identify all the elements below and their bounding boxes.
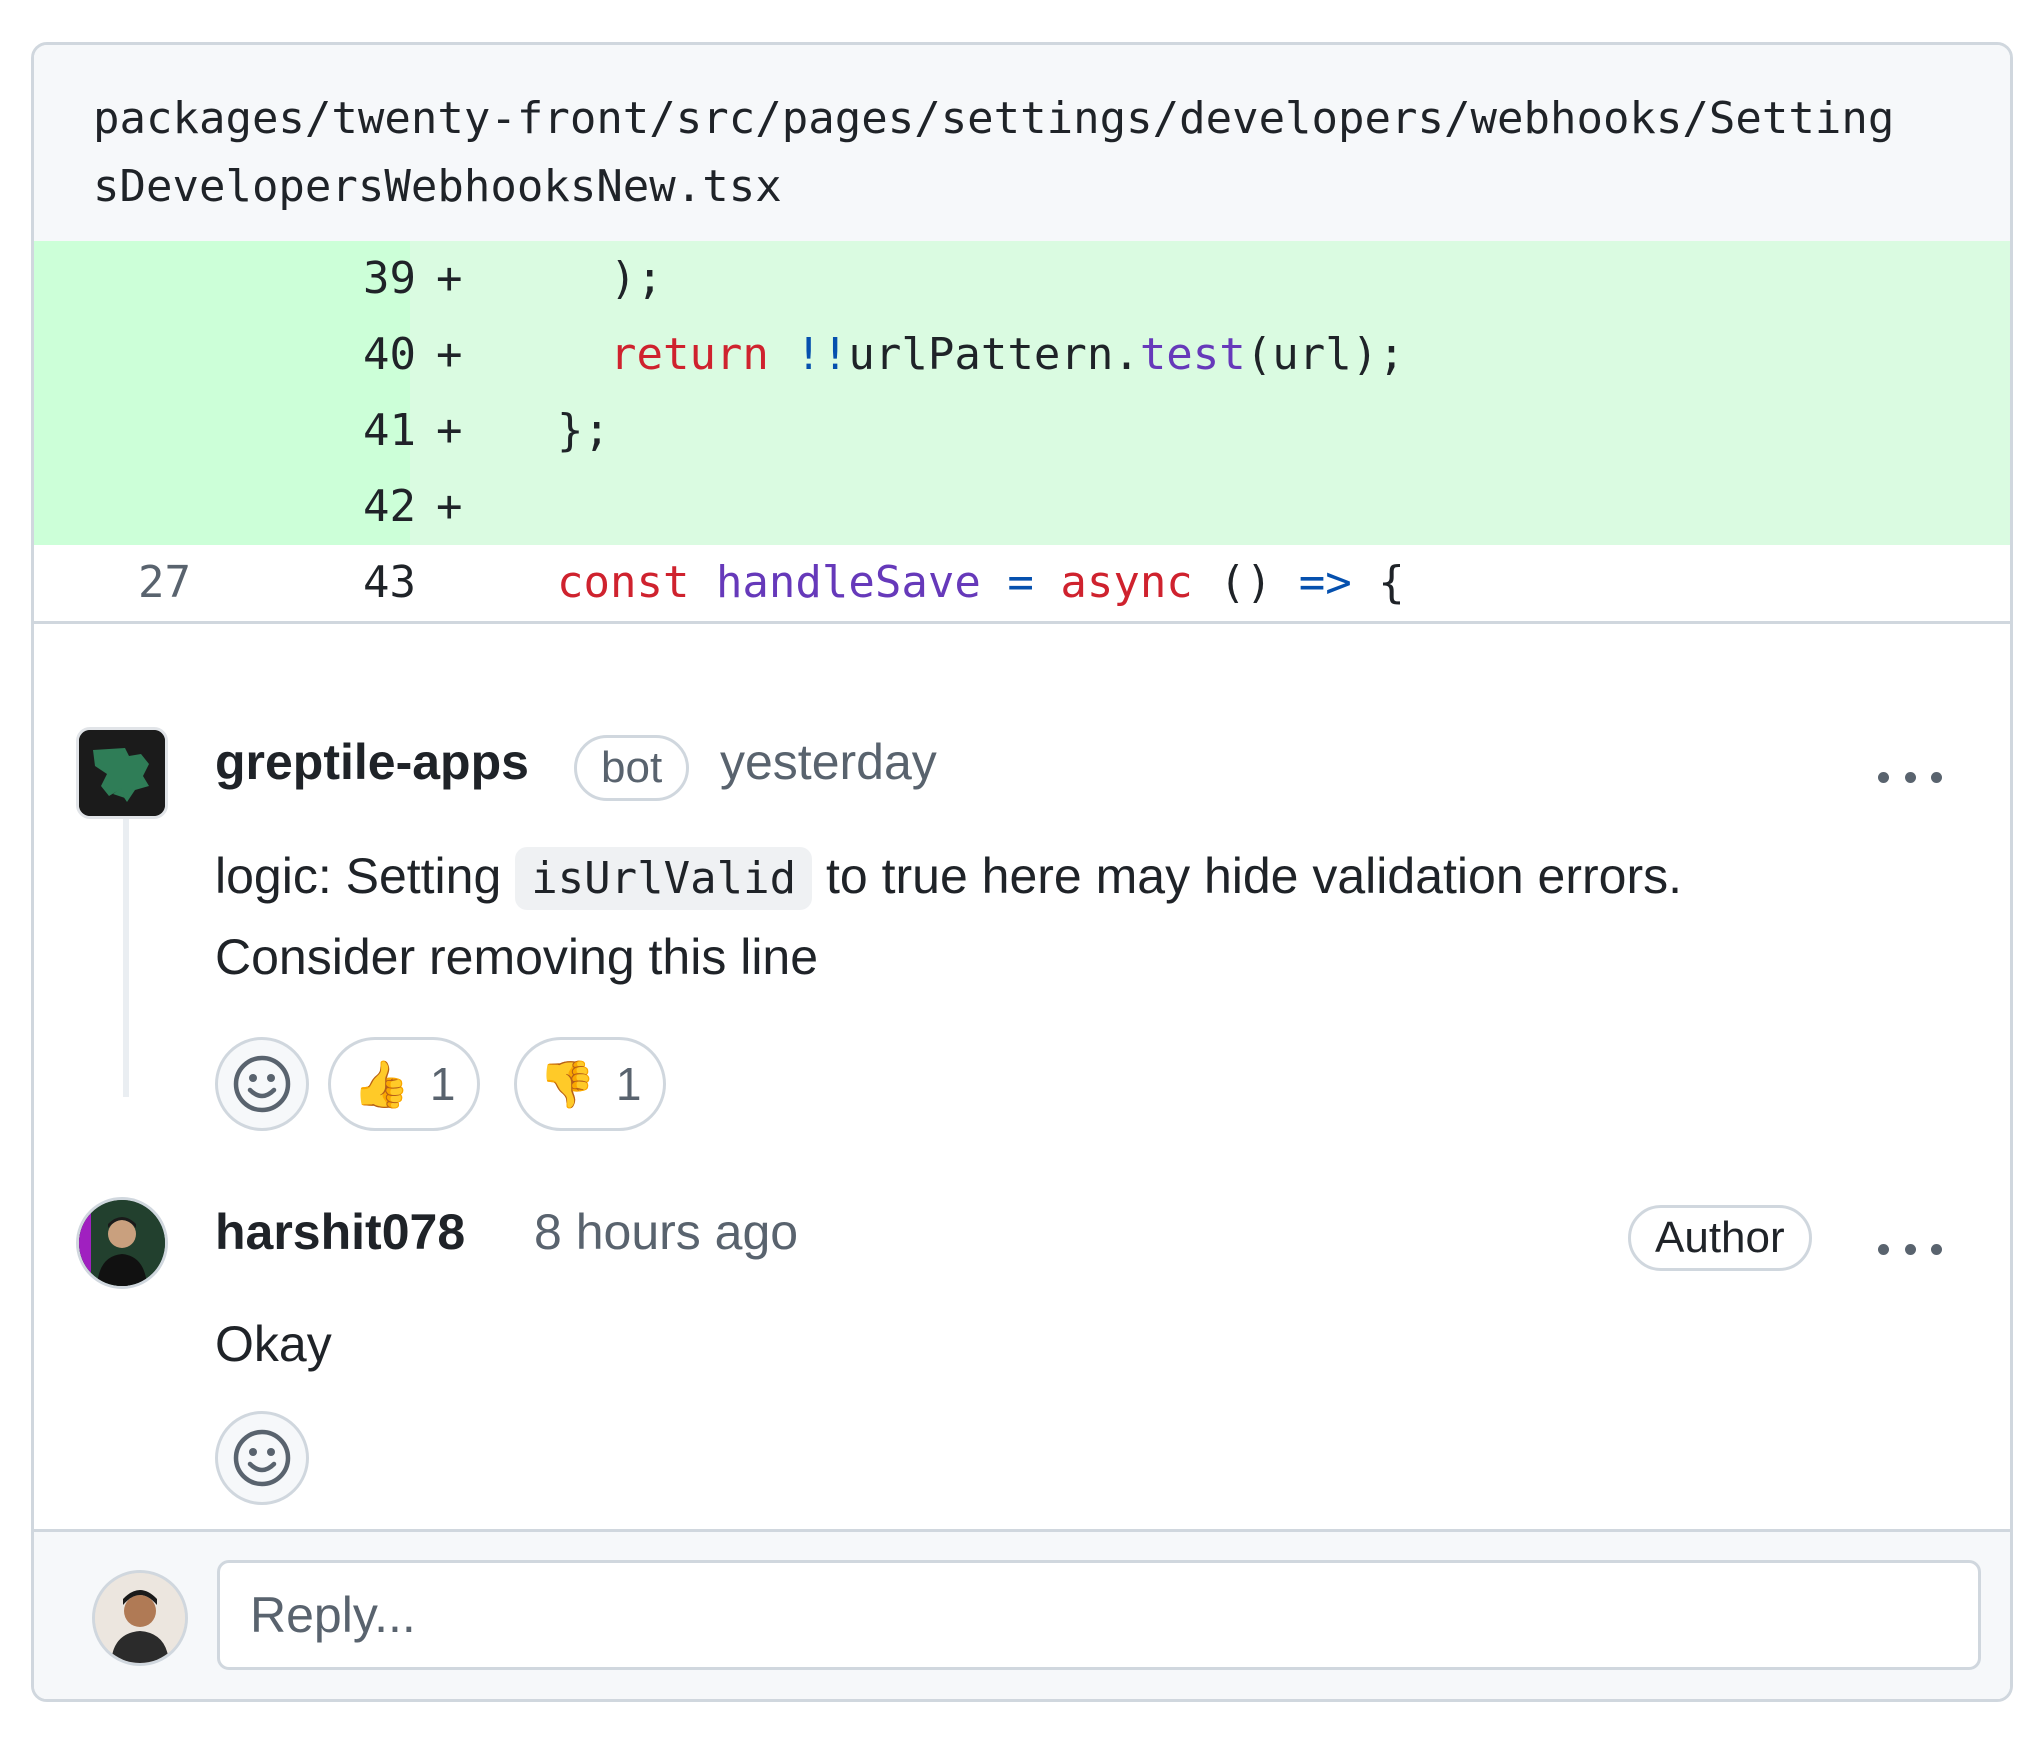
- code-token: (): [1219, 557, 1273, 608]
- bot-avatar[interactable]: [76, 727, 168, 819]
- comment-author[interactable]: harshit078: [215, 1203, 465, 1261]
- kebab-horizontal-icon[interactable]: [1878, 1239, 1942, 1259]
- kebab-horizontal-icon[interactable]: [1878, 767, 1942, 787]
- code-function: test: [1139, 329, 1246, 380]
- diff-line-added: 42 +: [34, 469, 2010, 545]
- code-line: const handleSave = async () => {: [504, 545, 1405, 621]
- code-token: urlPattern.: [848, 329, 1140, 380]
- code-line: };: [504, 393, 610, 469]
- code-keyword: const: [556, 557, 690, 608]
- user-avatar-icon: [79, 1200, 165, 1286]
- comment-text: Consider removing this line: [215, 929, 819, 985]
- new-line-number[interactable]: 39: [191, 241, 416, 317]
- diff-line-added: 40 + return !!urlPattern.test(url);: [34, 317, 2010, 393]
- smiley-icon: [233, 1429, 291, 1487]
- line-background: [410, 393, 2010, 469]
- diff-marker: +: [436, 481, 463, 532]
- author-badge: Author: [1628, 1205, 1812, 1271]
- code-function: handleSave: [715, 557, 981, 608]
- diff-marker: +: [436, 253, 463, 304]
- smiley-icon: [233, 1055, 291, 1113]
- user-avatar-icon: [95, 1573, 185, 1663]
- code-keyword: async: [1060, 557, 1193, 608]
- code-operator: =: [1007, 557, 1034, 608]
- reply-bar: Reply...: [34, 1529, 2010, 1699]
- diff-line-added: 41 + };: [34, 393, 2010, 469]
- new-line-number[interactable]: 42: [191, 469, 416, 545]
- file-header: packages/twenty-front/src/pages/settings…: [34, 45, 2010, 241]
- code-line: return !!urlPattern.test(url);: [504, 317, 1405, 393]
- thumbs-up-icon: 👍: [352, 1057, 410, 1110]
- new-line-number[interactable]: 41: [191, 393, 416, 469]
- comment-text: logic: Setting: [215, 848, 502, 904]
- code-operator: !!: [795, 329, 849, 380]
- new-line-number[interactable]: 40: [191, 317, 416, 393]
- file-path[interactable]: packages/twenty-front/src/pages/settings…: [93, 85, 1913, 221]
- reaction-count: 1: [615, 1058, 642, 1110]
- reply-input[interactable]: Reply...: [217, 1560, 1981, 1670]
- code-token: {: [1378, 557, 1405, 608]
- reaction-count: 1: [429, 1058, 456, 1110]
- comment-text: to true here may hide validation errors.: [826, 848, 1682, 904]
- reaction-thumbs-up-button[interactable]: 👍 1: [328, 1037, 480, 1131]
- reaction-thumbs-down-button[interactable]: 👎 1: [514, 1037, 666, 1131]
- diff-marker: +: [436, 329, 463, 380]
- code-operator: =>: [1298, 557, 1352, 608]
- comment-body: logic: Setting isUrlValid to true here m…: [215, 837, 1955, 996]
- code-keyword: return: [609, 329, 769, 380]
- thumbs-down-icon: 👎: [538, 1057, 596, 1110]
- review-thread-card: packages/twenty-front/src/pages/settings…: [31, 42, 2013, 1702]
- diff-line-context: 27 43 const handleSave = async () => {: [34, 545, 2010, 624]
- line-background: [410, 469, 2010, 545]
- avatar[interactable]: [76, 1197, 168, 1289]
- bot-badge: bot: [574, 735, 690, 801]
- comment-timestamp[interactable]: 8 hours ago: [534, 1203, 798, 1261]
- comment-author[interactable]: greptile-apps: [215, 733, 529, 791]
- diff-line-added: 39 + );: [34, 241, 2010, 317]
- comment-body: Okay: [215, 1316, 332, 1372]
- code-token: );: [609, 253, 663, 304]
- new-line-number[interactable]: 43: [191, 545, 416, 621]
- add-reaction-button[interactable]: [215, 1037, 309, 1131]
- current-user-avatar[interactable]: [92, 1570, 188, 1666]
- code-line: );: [504, 241, 663, 317]
- code-token: (url);: [1245, 329, 1405, 380]
- old-line-number[interactable]: 27: [34, 545, 191, 621]
- diff-hunk: 39 + ); 40 + return !!urlPattern.test(ur…: [34, 241, 2010, 624]
- comment-thread: greptile-apps bot yesterday logic: Setti…: [34, 627, 2010, 1535]
- code-token: };: [556, 405, 610, 456]
- diff-marker: +: [436, 405, 463, 456]
- greptile-logo-icon: [79, 730, 165, 816]
- add-reaction-button[interactable]: [215, 1411, 309, 1505]
- inline-code: isUrlValid: [515, 847, 813, 910]
- comment-timestamp[interactable]: yesterday: [720, 733, 937, 791]
